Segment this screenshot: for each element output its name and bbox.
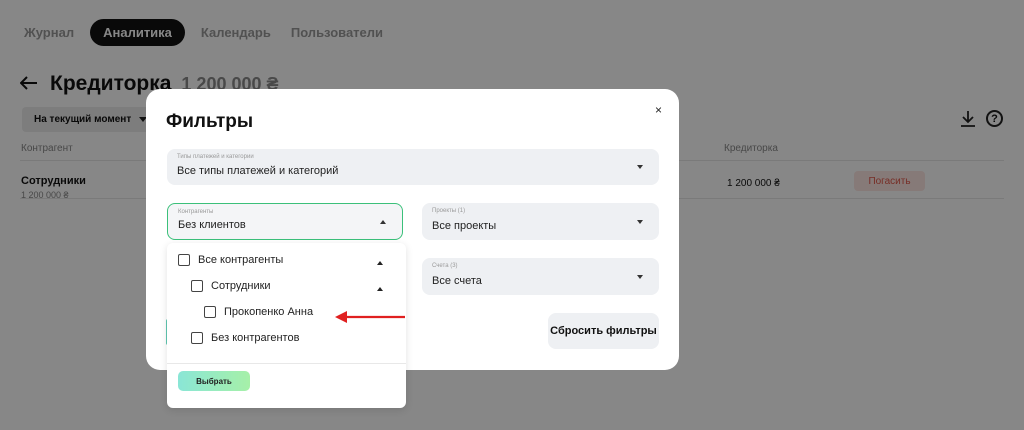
counterparties-label: Контрагенты bbox=[178, 209, 214, 215]
accounts-value: Все счета bbox=[432, 275, 482, 287]
close-icon[interactable]: × bbox=[655, 103, 662, 117]
chevron-down-icon bbox=[637, 165, 643, 169]
option-label: Прокопенко Анна bbox=[224, 306, 314, 318]
accounts-select[interactable]: Счета (3) Все счета bbox=[422, 258, 659, 295]
option-no-counterparties[interactable]: Без контрагентов bbox=[191, 332, 299, 344]
payment-types-select[interactable]: Типы платежей и категории Все типы плате… bbox=[167, 149, 659, 185]
reset-filters-button[interactable]: Сбросить фильтры bbox=[548, 313, 659, 349]
checkbox[interactable] bbox=[191, 280, 203, 292]
payment-types-value: Все типы платежей и категорий bbox=[177, 165, 339, 177]
chevron-down-icon bbox=[637, 219, 643, 224]
projects-value: Все проекты bbox=[432, 220, 497, 232]
modal-title: Фильтры bbox=[166, 111, 254, 132]
counterparties-dropdown: Все контрагенты Сотрудники Прокопенко Ан… bbox=[167, 243, 406, 408]
chevron-up-icon[interactable] bbox=[377, 261, 383, 265]
annotation-arrow-icon bbox=[335, 311, 405, 323]
projects-label: Проекты (1) bbox=[432, 208, 466, 214]
counterparties-select[interactable]: Контрагенты Без клиентов bbox=[167, 203, 403, 240]
checkbox[interactable] bbox=[178, 254, 190, 266]
select-button[interactable]: Выбрать bbox=[178, 371, 250, 391]
option-employees[interactable]: Сотрудники bbox=[191, 280, 271, 292]
option-label: Все контрагенты bbox=[198, 254, 284, 266]
accounts-label: Счета (3) bbox=[432, 263, 458, 269]
projects-select[interactable]: Проекты (1) Все проекты bbox=[422, 203, 659, 240]
divider bbox=[167, 363, 406, 364]
option-label: Без контрагентов bbox=[211, 332, 300, 344]
counterparties-value: Без клиентов bbox=[178, 219, 246, 231]
checkbox[interactable] bbox=[191, 332, 203, 344]
option-all-counterparties[interactable]: Все контрагенты bbox=[178, 254, 283, 266]
option-prokopenko-anna[interactable]: Прокопенко Анна bbox=[204, 306, 313, 318]
checkbox[interactable] bbox=[204, 306, 216, 318]
option-label: Сотрудники bbox=[211, 280, 271, 292]
payment-types-label: Типы платежей и категории bbox=[177, 154, 254, 160]
chevron-up-icon bbox=[380, 219, 386, 224]
chevron-down-icon bbox=[637, 274, 643, 279]
chevron-up-icon[interactable] bbox=[377, 287, 383, 291]
